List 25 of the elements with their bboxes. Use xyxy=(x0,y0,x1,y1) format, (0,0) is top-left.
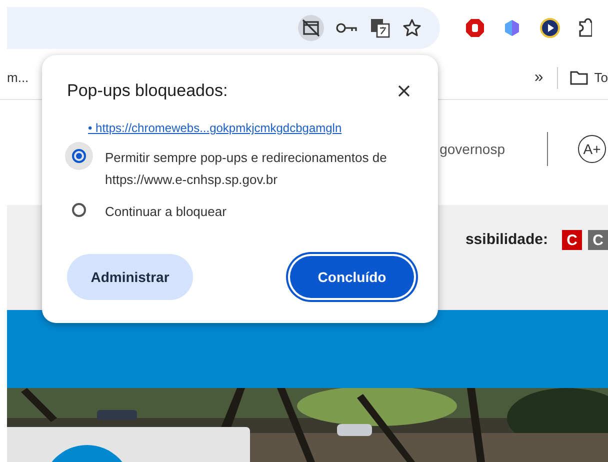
radio-button[interactable] xyxy=(65,142,93,170)
more-bookmarks-button[interactable]: » xyxy=(534,68,544,86)
extension-icon[interactable] xyxy=(539,17,561,39)
blocked-popup-icon[interactable] xyxy=(298,15,324,41)
translate-icon[interactable] xyxy=(370,18,390,38)
blocked-popup-link[interactable]: • https://chromewebs...gokpmkjcmkgdcbgamgln xyxy=(88,121,416,135)
manage-button[interactable]: Administrar xyxy=(67,254,193,300)
accessibility-label: ssibilidade: xyxy=(465,230,548,250)
puzzle-icon[interactable] xyxy=(578,17,592,39)
hand-stop-icon[interactable] xyxy=(465,18,485,38)
bookmark-folder[interactable]: To xyxy=(594,70,608,85)
star-icon[interactable] xyxy=(402,18,422,38)
address-bar[interactable] xyxy=(7,7,440,49)
font-size-button[interactable]: A+ xyxy=(578,134,606,162)
social-link[interactable]: governosp xyxy=(440,140,505,156)
done-button[interactable]: Concluído xyxy=(290,256,414,298)
option-label: Permitir sempre pop-ups e redirecionamentos de https://www.e-cnhsp.sp.gov.br xyxy=(105,149,387,189)
contrast-button[interactable]: C xyxy=(588,230,608,250)
close-button[interactable] xyxy=(396,83,412,99)
bookmark-item[interactable]: m... xyxy=(7,70,29,85)
folder-icon xyxy=(570,70,588,84)
key-icon[interactable] xyxy=(336,22,358,34)
popup-title: Pop-ups bloqueados: xyxy=(67,81,228,101)
option-label: Continuar a bloquear xyxy=(105,203,228,221)
contrast-button[interactable]: C xyxy=(562,230,582,250)
